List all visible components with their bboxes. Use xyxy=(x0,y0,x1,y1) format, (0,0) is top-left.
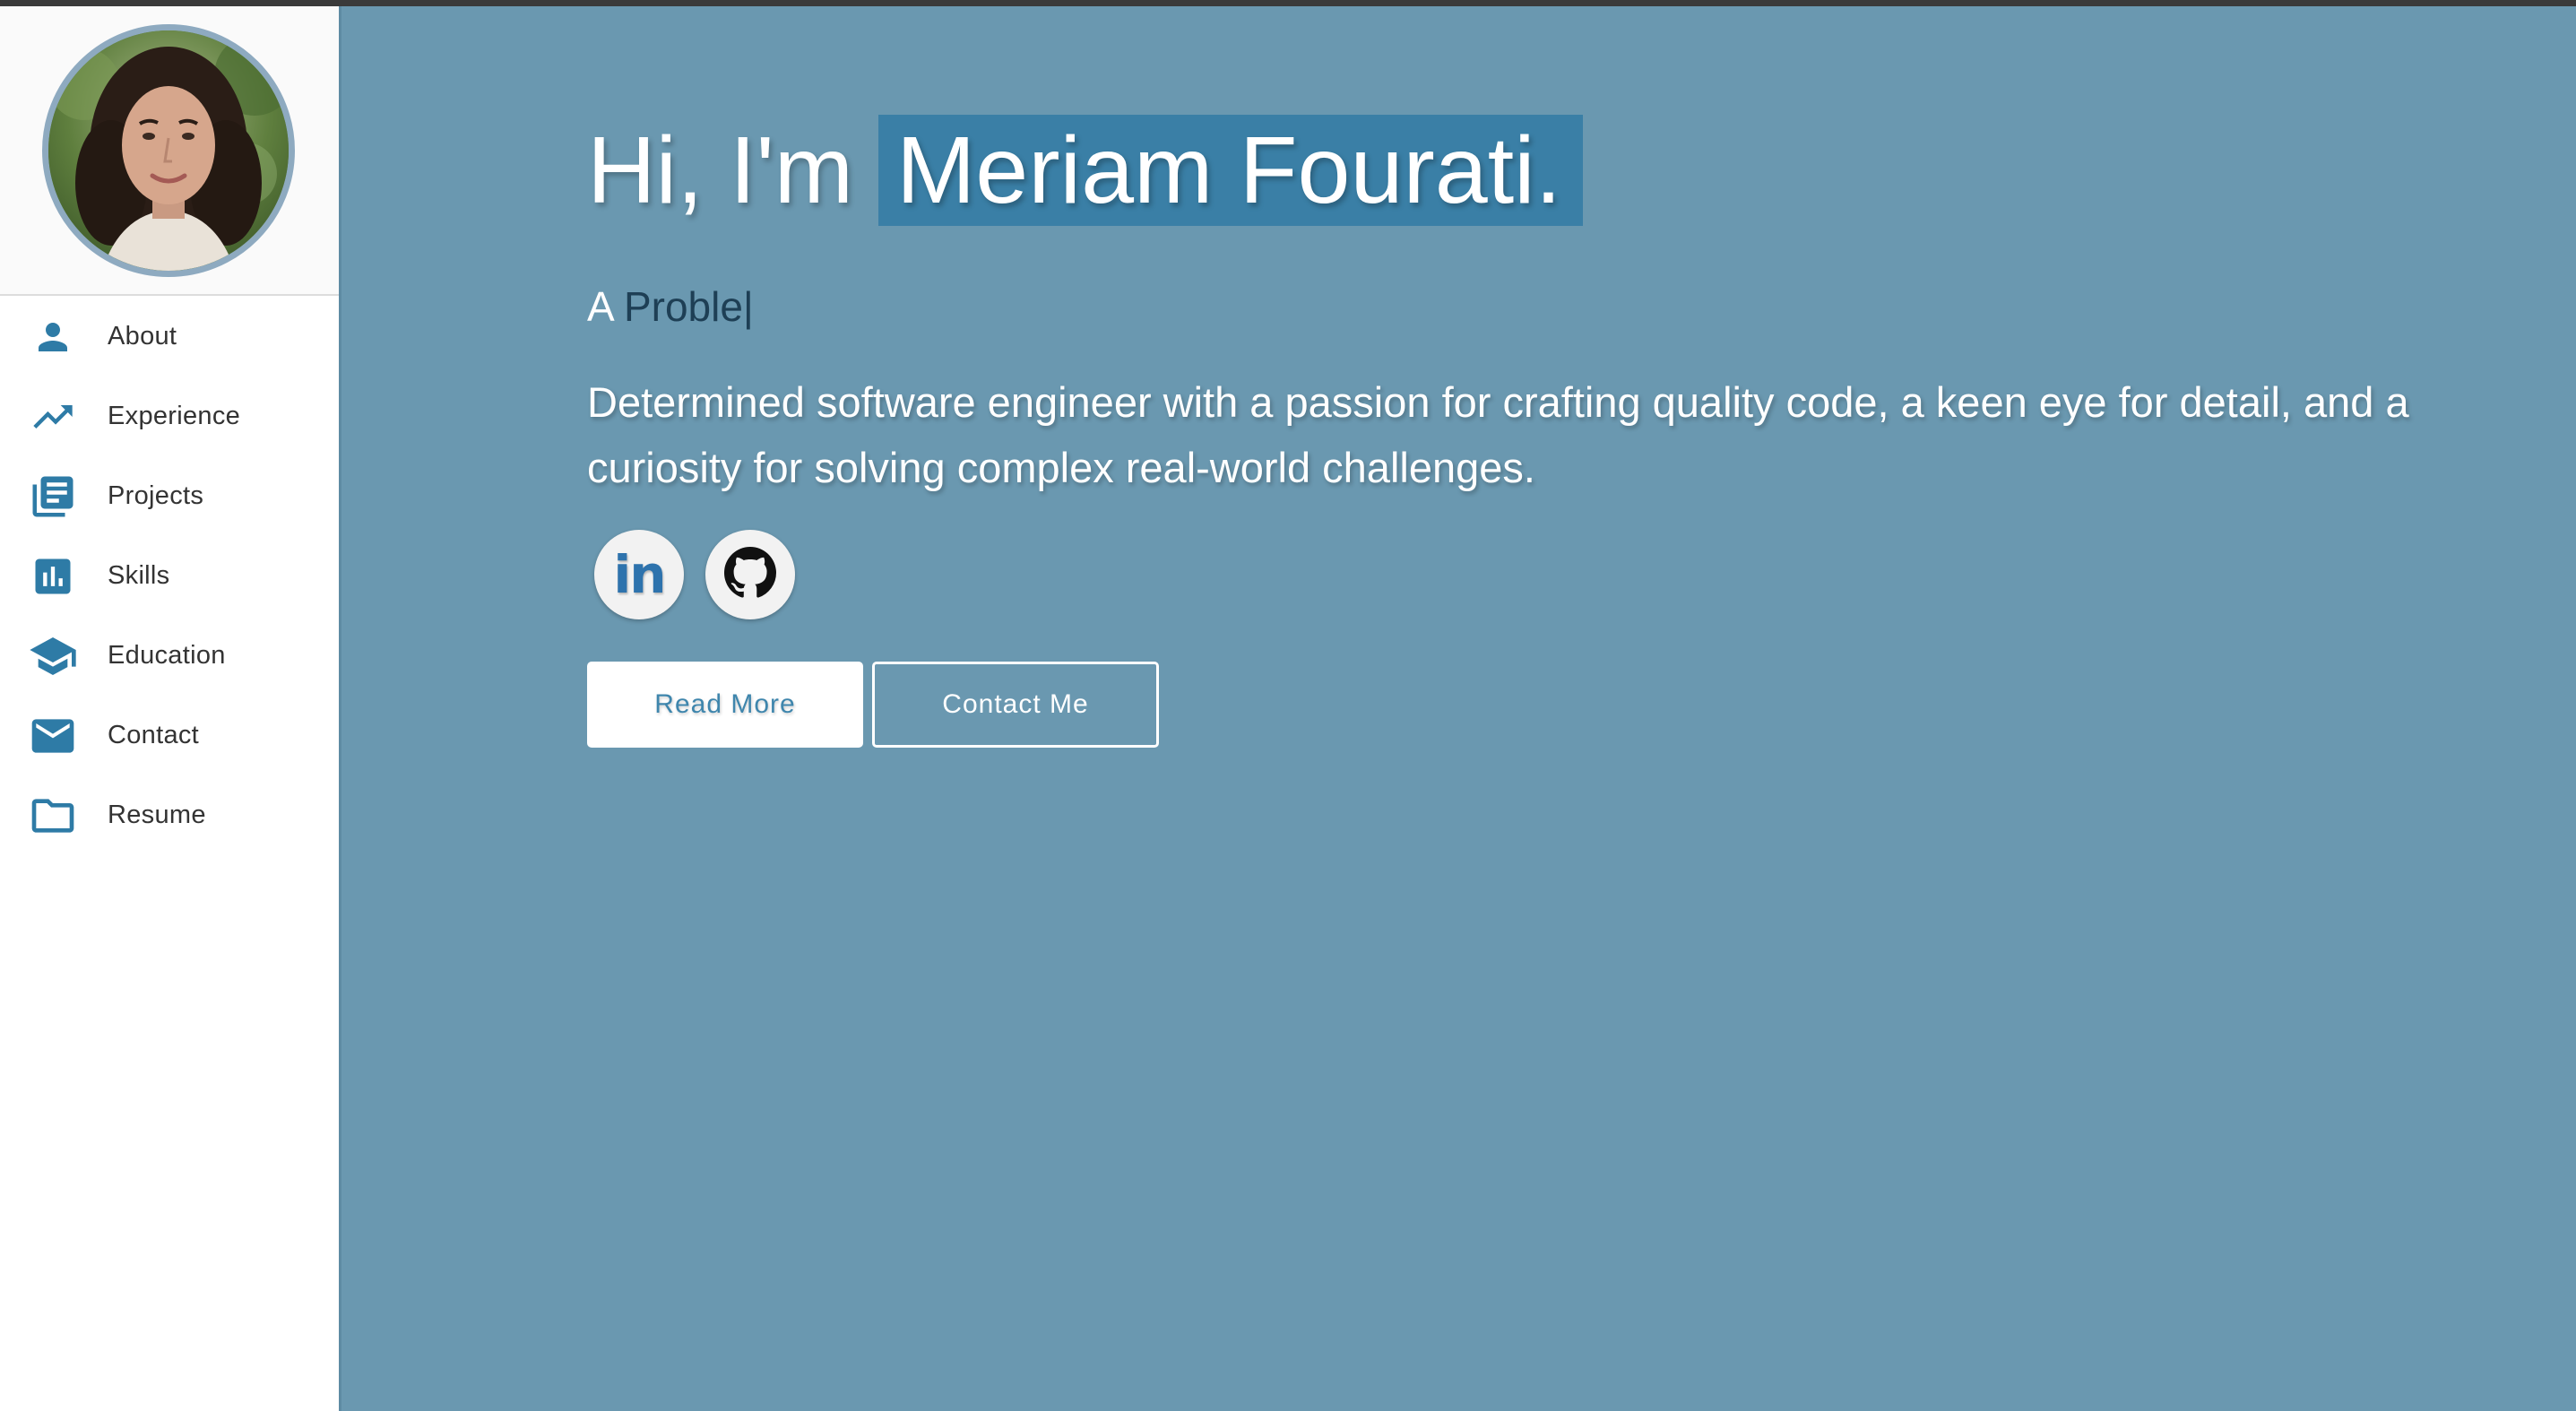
typing-cursor: | xyxy=(742,283,754,330)
folder-icon xyxy=(28,791,78,841)
profile-photo xyxy=(48,30,289,271)
hero-headline: Hi, I'm Meriam Fourati. xyxy=(587,112,1584,229)
linkedin-button[interactable]: in xyxy=(594,530,684,619)
sidebar-item-resume[interactable]: Resume xyxy=(0,775,339,855)
person-icon xyxy=(28,312,78,362)
linkedin-icon: in xyxy=(613,544,666,605)
sidebar-item-label: Projects xyxy=(108,481,204,510)
contact-me-button[interactable]: Contact Me xyxy=(872,662,1159,748)
bar-chart-icon xyxy=(28,551,78,602)
sidebar-nav: About Experience Projects Skills Educati… xyxy=(0,297,339,855)
github-icon xyxy=(724,546,776,603)
browser-top-edge xyxy=(0,0,2576,6)
sidebar-item-education[interactable]: Education xyxy=(0,616,339,696)
trending-up-icon xyxy=(28,392,78,442)
sidebar-item-projects[interactable]: Projects xyxy=(0,456,339,536)
sidebar-item-label: Education xyxy=(108,641,226,670)
social-links: in xyxy=(594,530,795,619)
typed-subtitle: A Proble| xyxy=(587,282,754,331)
sidebar-item-label: About xyxy=(108,322,177,351)
github-button[interactable] xyxy=(705,530,795,619)
greeting-text: Hi, I'm xyxy=(587,117,853,223)
hero-actions: Read More Contact Me xyxy=(587,662,1159,748)
sidebar-item-label: Skills xyxy=(108,561,170,590)
sidebar-header xyxy=(0,6,339,296)
school-icon xyxy=(28,631,78,681)
sidebar-item-label: Contact xyxy=(108,721,200,749)
sidebar-item-skills[interactable]: Skills xyxy=(0,536,339,616)
sidebar-item-about[interactable]: About xyxy=(0,297,339,377)
sidebar-item-label: Resume xyxy=(108,801,206,829)
typed-word: Proble xyxy=(623,283,743,330)
sidebar-item-label: Experience xyxy=(108,402,241,430)
name-highlight: Meriam Fourati. xyxy=(878,115,1584,226)
library-books-icon xyxy=(28,472,78,522)
mail-icon xyxy=(28,711,78,761)
hero-section: Hi, I'm Meriam Fourati. A Proble| Determ… xyxy=(339,6,2576,1411)
sidebar-item-contact[interactable]: Contact xyxy=(0,696,339,775)
hero-description: Determined software engineer with a pass… xyxy=(587,378,2409,491)
read-more-button[interactable]: Read More xyxy=(587,662,863,748)
avatar xyxy=(42,24,295,277)
sidebar-item-experience[interactable]: Experience xyxy=(0,377,339,456)
sidebar: About Experience Projects Skills Educati… xyxy=(0,6,339,1411)
typed-prefix: A xyxy=(587,283,613,330)
